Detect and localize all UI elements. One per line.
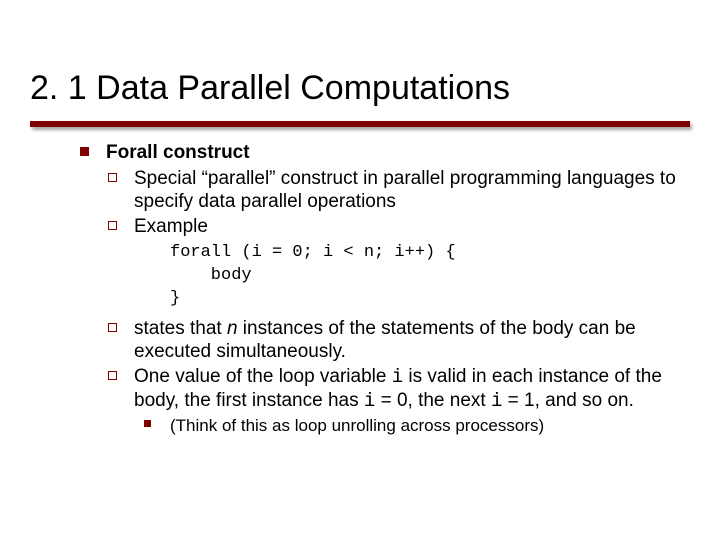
code-block: forall (i = 0; i < n; i++) { body }: [170, 242, 680, 311]
title-block: 2. 1 Data Parallel Computations: [0, 0, 720, 115]
code-inline-i: i: [491, 390, 502, 412]
bullet-level2: states that n instances of the statement…: [108, 317, 680, 363]
square-hollow-icon: [108, 173, 117, 182]
square-hollow-icon: [108, 221, 117, 230]
bullet-level3: (Think of this as loop unrolling across …: [144, 416, 680, 437]
bullet-level2: Example: [108, 215, 680, 238]
bullet-level2: Special “parallel” construct in parallel…: [108, 167, 680, 213]
slide: 2. 1 Data Parallel Computations Forall c…: [0, 0, 720, 540]
bullet-level2: One value of the loop variable i is vali…: [108, 365, 680, 413]
level2-text: states that n instances of the statement…: [134, 317, 680, 363]
level1-heading: Forall construct: [106, 141, 680, 164]
code-inline-i: i: [364, 390, 375, 412]
slide-title: 2. 1 Data Parallel Computations: [30, 70, 690, 107]
level2-text: One value of the loop variable i is vali…: [134, 365, 680, 413]
text-fragment: = 1, and so on.: [502, 390, 634, 411]
square-filled-small-icon: [144, 420, 151, 427]
level2-text: Special “parallel” construct in parallel…: [134, 167, 680, 213]
bullet-level1: Forall construct: [80, 141, 680, 164]
slide-body: Forall construct Special “parallel” cons…: [0, 127, 720, 436]
text-fragment: = 0, the next: [375, 390, 491, 411]
square-hollow-icon: [108, 371, 117, 380]
code-line: body: [170, 266, 252, 285]
square-hollow-icon: [108, 323, 117, 332]
square-filled-icon: [80, 147, 89, 156]
level2-text: Example: [134, 215, 680, 238]
code-line: }: [170, 289, 180, 308]
text-fragment: states that: [134, 318, 227, 339]
level3-text: (Think of this as loop unrolling across …: [170, 416, 680, 437]
code-inline-i: i: [392, 366, 403, 388]
text-fragment: One value of the loop variable: [134, 366, 392, 387]
italic-n: n: [227, 318, 238, 339]
code-line: forall (i = 0; i < n; i++) {: [170, 243, 456, 262]
